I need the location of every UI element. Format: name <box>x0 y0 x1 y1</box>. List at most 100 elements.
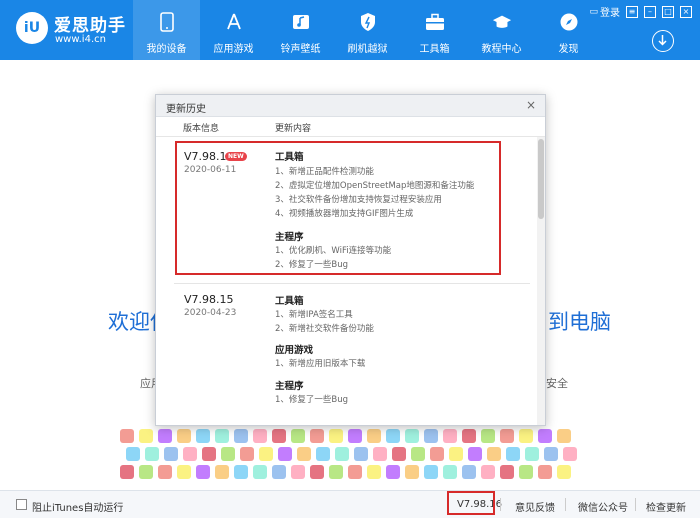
app-tile-icon <box>538 429 552 443</box>
app-tile-icon <box>386 429 400 443</box>
app-tile-icon <box>519 429 533 443</box>
nav-label: 应用游戏 <box>213 44 254 55</box>
nav-tutorials[interactable]: 教程中心 <box>468 0 535 60</box>
app-tile-icon <box>177 465 191 479</box>
check-update-link[interactable]: 检查更新 <box>646 499 686 514</box>
nav-label: 发现 <box>558 44 579 55</box>
top-bar: iU 爱思助手 www.i4.cn 我的设备 应用游戏 铃声壁纸 刷机越狱 工具… <box>0 0 700 60</box>
app-tile-icon <box>240 447 254 461</box>
app-tile-icon <box>329 429 343 443</box>
change-item: 1、新增应用旧版本下载 <box>275 359 366 369</box>
nav-label: 我的设备 <box>146 44 187 55</box>
app-tile-icon <box>234 429 248 443</box>
nav-apps-games[interactable]: 应用游戏 <box>200 0 267 60</box>
app-tile-icon <box>373 447 387 461</box>
app-tile-icon <box>202 447 216 461</box>
app-tile-icon <box>348 429 362 443</box>
app-tile-icon <box>354 447 368 461</box>
app-tile-icon <box>177 429 191 443</box>
app-tile-icon <box>310 465 324 479</box>
itunes-autorun-label: 阻止iTunes自动运行 <box>32 503 124 514</box>
app-tile-icon <box>481 429 495 443</box>
subtitle-right: 安全 <box>546 377 568 390</box>
nav-label: 刷机越狱 <box>347 44 388 55</box>
highlight-latest-entry <box>175 141 501 275</box>
app-tile-icon <box>411 447 425 461</box>
app-tile-icon <box>392 447 406 461</box>
app-tile-icon <box>139 429 153 443</box>
brand-logo-icon: iU <box>16 12 48 44</box>
app-tile-icon <box>183 447 197 461</box>
nav-label: 铃声壁纸 <box>280 44 321 55</box>
app-tile-icon <box>563 447 577 461</box>
app-tile-icon <box>430 447 444 461</box>
app-tile-icon <box>335 447 349 461</box>
nav-my-device[interactable]: 我的设备 <box>133 0 200 60</box>
app-tile-icon <box>449 447 463 461</box>
app-tile-icon <box>316 447 330 461</box>
app-icon-wall <box>120 425 580 485</box>
app-tile-icon <box>215 465 229 479</box>
app-tile-icon <box>272 465 286 479</box>
app-tile-icon <box>500 465 514 479</box>
highlight-version <box>447 491 495 515</box>
app-tile-icon <box>272 429 286 443</box>
app-tile-icon <box>278 447 292 461</box>
login-link[interactable]: ▭ 登录 <box>589 4 620 20</box>
app-tile-icon <box>557 429 571 443</box>
nav-toolbox[interactable]: 工具箱 <box>401 0 468 60</box>
nav-label: 教程中心 <box>481 44 522 55</box>
app-tile-icon <box>234 465 248 479</box>
app-tile-icon <box>120 429 134 443</box>
app-tile-icon <box>259 447 273 461</box>
menu-button[interactable]: ≡ <box>626 5 638 18</box>
scroll-thumb[interactable] <box>538 139 544 219</box>
app-tile-icon <box>481 465 495 479</box>
brand-url: www.i4.cn <box>55 34 106 45</box>
app-tile-icon <box>500 429 514 443</box>
feedback-link[interactable]: 意见反馈 <box>515 499 555 514</box>
window-controls: ▭ 登录 ≡ – □ × <box>589 4 692 19</box>
app-tile-icon <box>253 429 267 443</box>
phone-icon <box>157 12 177 32</box>
minimize-button[interactable]: – <box>644 5 656 18</box>
wechat-link[interactable]: 微信公众号 <box>578 499 628 514</box>
download-icon[interactable] <box>652 30 674 52</box>
music-icon <box>291 12 311 32</box>
app-tile-icon <box>367 429 381 443</box>
app-tile-icon <box>253 465 267 479</box>
app-tile-icon <box>386 465 400 479</box>
app-tile-icon <box>164 447 178 461</box>
app-tile-icon <box>424 465 438 479</box>
close-window-button[interactable]: × <box>680 5 692 18</box>
app-tile-icon <box>310 429 324 443</box>
app-tile-icon <box>158 429 172 443</box>
app-tile-icon <box>462 429 476 443</box>
version-number: V7.98.15 <box>184 293 234 306</box>
app-tile-icon <box>557 465 571 479</box>
app-tile-icon <box>506 447 520 461</box>
welcome-text-right: 到电脑 <box>548 310 611 334</box>
app-tile-icon <box>139 465 153 479</box>
app-tile-icon <box>544 447 558 461</box>
app-tile-icon <box>468 447 482 461</box>
app-store-icon <box>224 12 244 32</box>
app-tile-icon <box>221 447 235 461</box>
column-version-header: 版本信息 <box>183 124 220 134</box>
dialog-title: 更新历史 <box>166 104 206 115</box>
app-tile-icon <box>215 429 229 443</box>
itunes-autorun-checkbox[interactable] <box>16 499 27 510</box>
release-date: 2020-04-23 <box>184 308 237 318</box>
brand-name: 爱思助手 <box>54 16 126 36</box>
app-tile-icon <box>424 429 438 443</box>
close-icon[interactable]: × <box>526 98 536 112</box>
app-tile-icon <box>145 447 159 461</box>
maximize-button[interactable]: □ <box>662 5 674 18</box>
app-tile-icon <box>405 465 419 479</box>
app-tile-icon <box>120 465 134 479</box>
nav-ringtones-wallpapers[interactable]: 铃声壁纸 <box>267 0 334 60</box>
user-icon: ▭ <box>589 6 598 17</box>
nav-flash-jailbreak[interactable]: 刷机越狱 <box>334 0 401 60</box>
separator <box>635 498 636 511</box>
dialog-scrollbar[interactable] <box>537 137 545 425</box>
